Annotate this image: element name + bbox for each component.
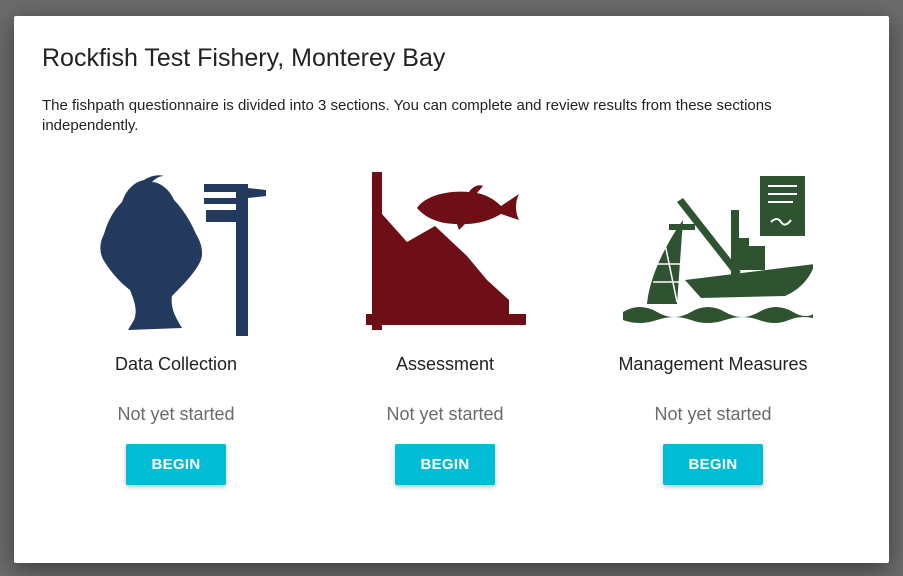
section-status: Not yet started — [386, 404, 504, 424]
section-status: Not yet started — [654, 404, 772, 424]
fish-chart-icon — [366, 172, 526, 330]
section-data-collection: Data Collection Not yet started BEGIN — [56, 168, 296, 485]
section-status: Not yet started — [117, 404, 235, 424]
section-label: Assessment — [395, 354, 495, 374]
begin-data-collection-button[interactable]: BEGIN — [126, 444, 226, 485]
fishing-boat-document-icon — [623, 176, 813, 323]
section-label: Management Measures — [618, 354, 808, 374]
begin-assessment-button[interactable]: BEGIN — [395, 444, 495, 485]
section-management-measures: Management Measures Not yet started BEGI… — [593, 168, 833, 485]
dialog-intro: The fishpath questionnaire is divided in… — [42, 97, 772, 134]
section-label: Data Collection — [114, 354, 238, 374]
flatfish-caliper-icon — [100, 175, 266, 336]
begin-management-measures-button[interactable]: BEGIN — [663, 444, 763, 485]
section-assessment: Assessment Not yet started BEGIN — [325, 168, 565, 485]
dialog-title: Rockfish Test Fishery, Monterey Bay — [42, 44, 446, 72]
questionnaire-dialog: Rockfish Test Fishery, Monterey Bay The … — [14, 16, 889, 563]
